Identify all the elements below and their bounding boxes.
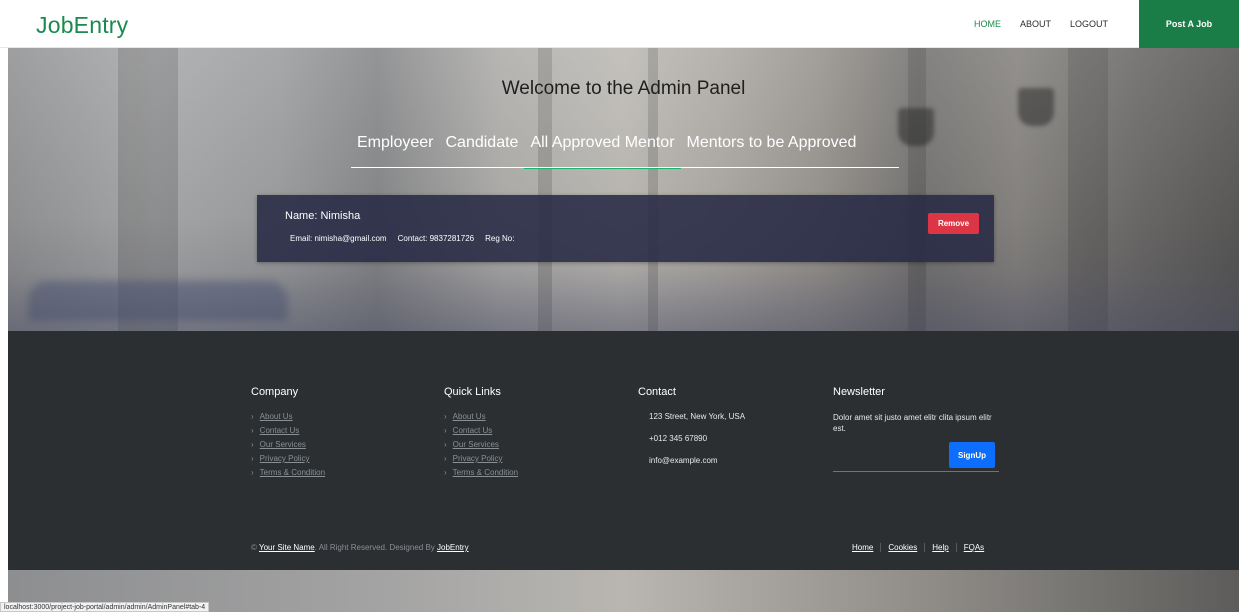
footer-menu-fqas[interactable]: FQAs xyxy=(955,543,991,552)
quick-link-terms[interactable]: › Terms & Condition xyxy=(444,468,518,477)
signup-button[interactable]: SignUp xyxy=(949,442,995,468)
admin-tabs: Employeer Candidate All Approved Mentor … xyxy=(351,132,899,169)
link-label: About Us xyxy=(452,412,486,421)
footer-link-privacy-policy[interactable]: › Privacy Policy xyxy=(251,454,325,463)
tab-mentors-to-be-approved[interactable]: Mentors to be Approved xyxy=(681,132,863,168)
newsletter-email-input[interactable] xyxy=(833,442,943,468)
designer-link[interactable]: JobEntry xyxy=(437,543,469,552)
chevron-right-icon: › xyxy=(444,426,447,435)
nav-about-link[interactable]: ABOUT xyxy=(1020,19,1051,29)
footer-company-column: Company › About Us › Contact Us › Our Servi… xyxy=(251,386,325,482)
nav-home-link[interactable]: HOME xyxy=(974,19,1001,29)
footer-link-terms[interactable]: › Terms & Condition xyxy=(251,468,325,477)
footer-quick-links-column: Quick Links › About Us › Contact Us › Our S… xyxy=(444,386,518,482)
chevron-right-icon: › xyxy=(444,468,447,477)
chevron-right-icon: › xyxy=(444,412,447,421)
nav-logout-link[interactable]: LOGOUT xyxy=(1070,19,1108,29)
footer-link-our-services[interactable]: › Our Services xyxy=(251,440,325,449)
contact-address: 123 Street, New York, USA xyxy=(649,412,746,421)
link-label: Our Services xyxy=(452,440,499,449)
footer-menu-cookies[interactable]: Cookies xyxy=(880,543,924,552)
footer-link-about-us[interactable]: › About Us xyxy=(251,412,325,421)
mentor-details: Email: nimisha@gmail.com Contact: 983728… xyxy=(290,234,514,243)
mentor-email: Email: nimisha@gmail.com xyxy=(290,234,387,243)
chevron-right-icon: › xyxy=(444,454,447,463)
tab-employeer[interactable]: Employeer xyxy=(351,132,439,168)
link-label: Privacy Policy xyxy=(259,454,310,463)
quick-link-about-us[interactable]: › About Us xyxy=(444,412,518,421)
contact-phone: +012 345 67890 xyxy=(649,434,708,443)
mentor-contact: Contact: 9837281726 xyxy=(397,234,475,243)
link-label: Contact Us xyxy=(452,426,493,435)
footer-menu-home[interactable]: Home xyxy=(852,543,880,552)
tab-candidate[interactable]: Candidate xyxy=(439,132,524,168)
footer-newsletter-column: Newsletter Dolor amet sit justo amet eli… xyxy=(833,386,1005,472)
copyright-text: . All Right Reserved. Designed By xyxy=(314,543,435,552)
footer-company-heading: Company xyxy=(251,386,299,398)
site-name-link[interactable]: Your Site Name xyxy=(259,543,315,552)
footer-contact-column: Contact 123 Street, New York, USA +012 3… xyxy=(638,386,745,478)
remove-button[interactable]: Remove xyxy=(928,213,979,234)
quick-link-contact-us[interactable]: › Contact Us xyxy=(444,426,518,435)
footer: Company › About Us › Contact Us › Our Servi… xyxy=(8,331,1239,570)
link-label: Privacy Policy xyxy=(452,454,503,463)
footer-newsletter-heading: Newsletter xyxy=(833,386,885,398)
quick-link-our-services[interactable]: › Our Services xyxy=(444,440,518,449)
link-label: About Us xyxy=(259,412,293,421)
link-label: Terms & Condition xyxy=(259,468,326,477)
nav-links: HOME ABOUT LOGOUT xyxy=(974,0,1108,48)
link-label: Terms & Condition xyxy=(452,468,519,477)
hero-section: Welcome to the Admin Panel Employeer Can… xyxy=(8,48,1239,331)
chevron-right-icon: › xyxy=(251,468,254,477)
copyright-symbol: © xyxy=(251,543,257,552)
chevron-right-icon: › xyxy=(251,426,254,435)
mentor-name: Name: Nimisha xyxy=(285,210,361,222)
footer-menu-help[interactable]: Help xyxy=(924,543,955,552)
contact-email: info@example.com xyxy=(649,456,718,465)
footer-quick-links-heading: Quick Links xyxy=(444,386,501,398)
footer-menu: Home Cookies Help FQAs xyxy=(852,543,991,552)
mentor-reg-no: Reg No: xyxy=(485,234,515,243)
chevron-right-icon: › xyxy=(251,440,254,449)
tab-all-approved-mentor[interactable]: All Approved Mentor xyxy=(524,132,681,169)
copyright: © Your Site Name. All Right Reserved. De… xyxy=(251,543,469,552)
newsletter-form: SignUp xyxy=(833,442,999,472)
link-label: Contact Us xyxy=(259,426,300,435)
mentor-card: Name: Nimisha Email: nimisha@gmail.com C… xyxy=(257,195,994,262)
page-title: Welcome to the Admin Panel xyxy=(501,78,746,99)
post-a-job-button[interactable]: Post A Job xyxy=(1139,0,1239,48)
link-label: Our Services xyxy=(259,440,306,449)
footer-contact-heading: Contact xyxy=(638,386,676,398)
newsletter-text: Dolor amet sit justo amet elitr clita ip… xyxy=(833,413,992,433)
navbar: JobEntry HOME ABOUT LOGOUT Post A Job xyxy=(0,0,1239,48)
footer-link-contact-us[interactable]: › Contact Us xyxy=(251,426,325,435)
chevron-right-icon: › xyxy=(251,412,254,421)
chevron-right-icon: › xyxy=(251,454,254,463)
quick-link-privacy-policy[interactable]: › Privacy Policy xyxy=(444,454,518,463)
brand-logo[interactable]: JobEntry xyxy=(36,12,128,39)
chevron-right-icon: › xyxy=(444,440,447,449)
browser-status-url: localhost:3000/project-job-portal/admin/… xyxy=(0,602,210,612)
